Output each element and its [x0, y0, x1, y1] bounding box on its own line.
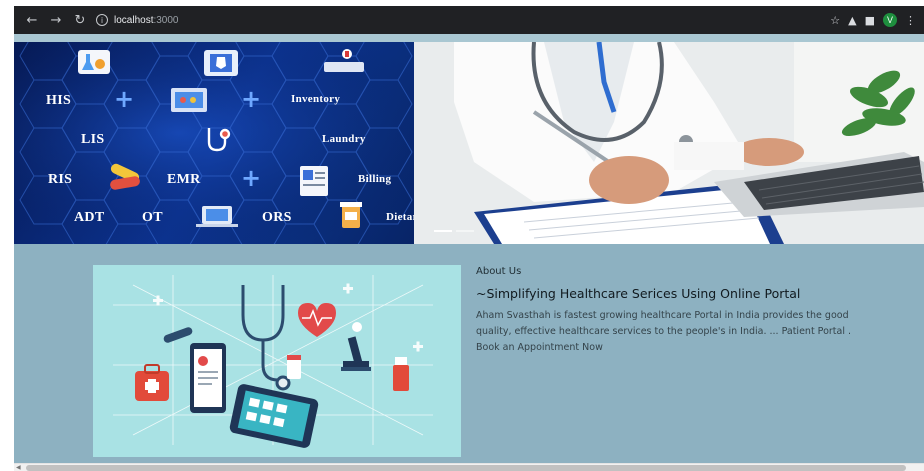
module-label-lis: LIS	[81, 132, 105, 147]
module-label-billing: Billing	[358, 173, 392, 185]
star-icon[interactable]: ☆	[830, 14, 840, 27]
jar-icon	[340, 202, 362, 228]
carousel-indicator[interactable]	[434, 230, 452, 232]
url-host: localhost	[114, 14, 154, 26]
module-label-inventory: Inventory	[291, 93, 341, 105]
module-label-adt: ADT	[74, 210, 105, 225]
module-label-laundry: Laundry	[322, 133, 366, 145]
doctor-at-laptop-illustration	[414, 42, 924, 244]
plus-icon: +	[114, 85, 135, 113]
module-label-ot: OT	[142, 210, 163, 225]
capsule-icon	[163, 327, 193, 343]
medical-record-icon	[300, 166, 328, 196]
pill-bottle-icon	[287, 355, 301, 379]
scrollbar-thumb[interactable]	[26, 465, 906, 471]
medical-report-icon	[190, 343, 226, 413]
digital-health-icons-illustration	[113, 275, 433, 448]
scroll-left-arrow-icon[interactable]: ◀	[16, 464, 21, 471]
dental-chart-icon	[204, 50, 238, 76]
hero-doctor-photo	[414, 42, 924, 244]
stethoscope-icon	[241, 285, 291, 391]
module-label-emr: EMR	[167, 172, 201, 187]
about-body: Aham Svasthah is fastest growing healthc…	[476, 310, 852, 353]
carousel-indicator[interactable]	[456, 230, 474, 232]
extension-icon[interactable]: ▲	[848, 14, 856, 27]
microscope-icon	[341, 322, 371, 371]
puzzle-icon[interactable]: ■	[865, 14, 875, 27]
browser-toolbar: ← → ↻ i localhost:3000 ☆ ▲ ■ V ⋮	[14, 6, 924, 34]
smartphone-icon	[229, 384, 319, 448]
about-eyebrow: About Us	[476, 266, 522, 277]
first-aid-kit-icon	[135, 364, 169, 401]
address-bar[interactable]: i localhost:3000	[96, 9, 831, 31]
about-section: About Us ~Simplifying Healthcare Serices…	[476, 266, 856, 356]
module-label-his: HIS	[46, 93, 72, 108]
beaker-icon	[393, 357, 409, 391]
hero-banner: HIS Inventory LIS Laundry RIS EMR Billin…	[14, 42, 924, 244]
carousel-indicators	[434, 230, 474, 232]
info-icon[interactable]: i	[96, 14, 108, 26]
menu-kebab-icon[interactable]: ⋮	[905, 14, 916, 27]
healthcare-illustration	[93, 265, 461, 457]
computer-monitor-icon	[171, 88, 207, 112]
url-port: :3000	[153, 14, 179, 26]
module-label-ors: ORS	[262, 210, 292, 225]
toolbar-actions: ☆ ▲ ■ V ⋮	[830, 13, 924, 27]
horizontal-scrollbar[interactable]: ◀	[14, 463, 924, 471]
back-arrow-icon[interactable]: ←	[22, 10, 42, 30]
flask-icon	[78, 50, 110, 74]
top-strip	[14, 34, 924, 42]
plus-icon: +	[241, 85, 262, 113]
about-title: ~Simplifying Healthcare Serices Using On…	[476, 286, 801, 301]
module-label-ris: RIS	[48, 172, 73, 187]
reload-icon[interactable]: ↻	[70, 10, 90, 30]
forward-arrow-icon[interactable]: →	[46, 10, 66, 30]
page-viewport: HIS Inventory LIS Laundry RIS EMR Billin…	[14, 34, 924, 463]
profile-avatar[interactable]: V	[883, 13, 897, 27]
plus-icon: +	[241, 164, 262, 192]
